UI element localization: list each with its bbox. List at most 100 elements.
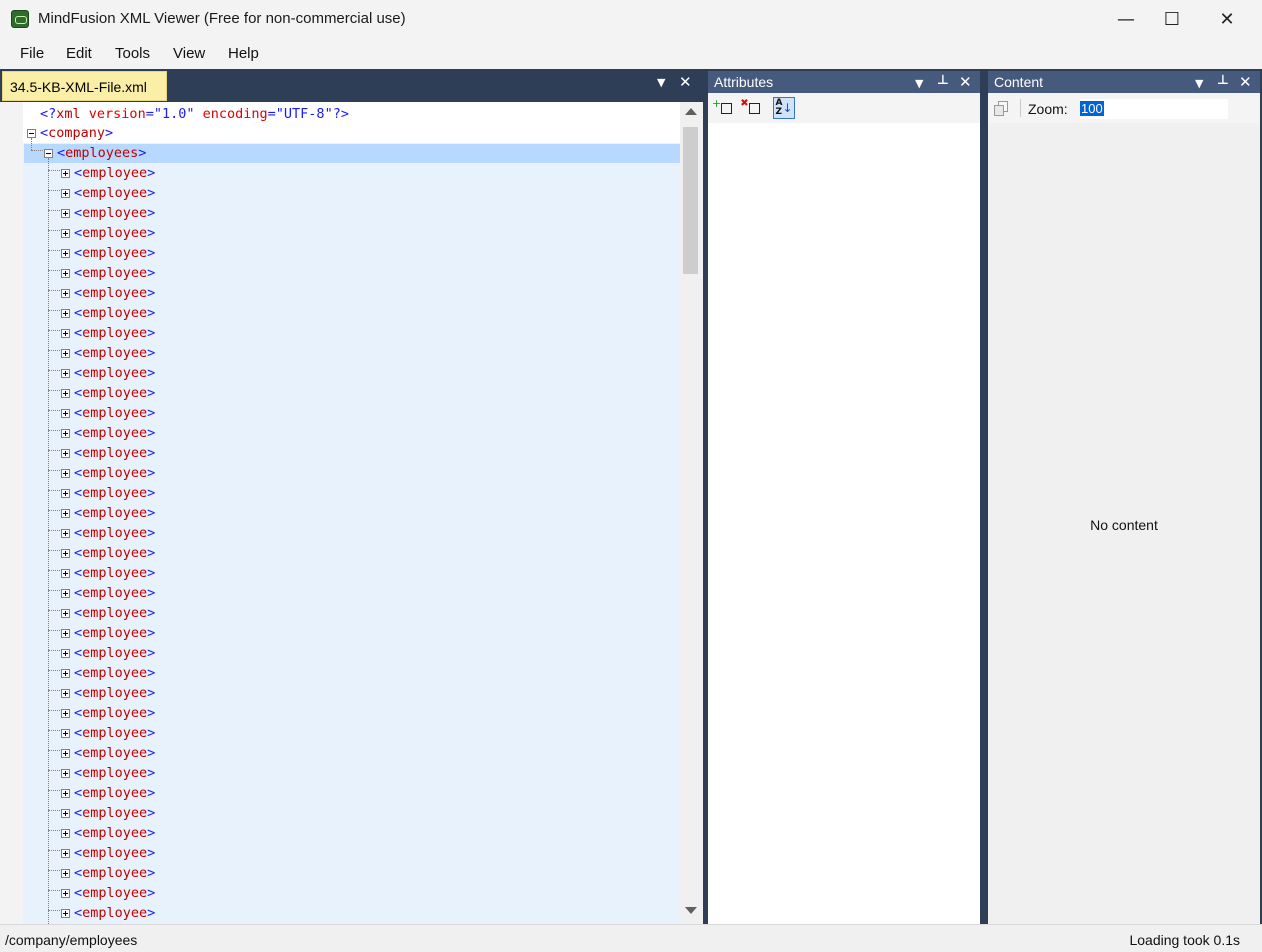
- sort-alphabetical-icon[interactable]: A Z ↓: [773, 97, 795, 119]
- expand-employee-icon[interactable]: [61, 609, 70, 618]
- expand-employee-icon[interactable]: [61, 689, 70, 698]
- attributes-dropdown-icon[interactable]: ▼: [915, 77, 923, 90]
- tree-node-employee[interactable]: <employee>: [74, 683, 155, 703]
- expand-employee-icon[interactable]: [61, 709, 70, 718]
- xml-tree-view[interactable]: <?xml version="1.0" encoding="UTF-8"?> <…: [0, 102, 703, 924]
- content-close-icon[interactable]: ✕: [1239, 73, 1252, 91]
- tree-node-employee[interactable]: <employee>: [74, 303, 155, 323]
- attributes-close-icon[interactable]: ✕: [959, 73, 972, 91]
- minimize-button[interactable]: —: [1103, 0, 1149, 39]
- expand-employee-icon[interactable]: [61, 389, 70, 398]
- copy-icon[interactable]: [994, 101, 1008, 116]
- expand-employee-icon[interactable]: [61, 769, 70, 778]
- tree-node-employee[interactable]: <employee>: [74, 203, 155, 223]
- content-pin-icon[interactable]: ⊥: [1217, 73, 1229, 88]
- tree-node-employee[interactable]: <employee>: [74, 363, 155, 383]
- collapse-employees-icon[interactable]: [44, 149, 53, 158]
- tree-node-employee[interactable]: <employee>: [74, 903, 155, 923]
- document-tab[interactable]: 34.5-KB-XML-File.xml: [2, 71, 167, 101]
- tree-node-employee[interactable]: <employee>: [74, 743, 155, 763]
- expand-employee-icon[interactable]: [61, 829, 70, 838]
- tree-node-employee[interactable]: <employee>: [74, 763, 155, 783]
- expand-employee-icon[interactable]: [61, 169, 70, 178]
- tree-node-employee[interactable]: <employee>: [74, 823, 155, 843]
- tree-node-employee[interactable]: <employee>: [74, 643, 155, 663]
- expand-employee-icon[interactable]: [61, 249, 70, 258]
- tree-node-employee[interactable]: <employee>: [74, 243, 155, 263]
- expand-employee-icon[interactable]: [61, 669, 70, 678]
- tree-node-company[interactable]: <company>: [40, 123, 113, 143]
- tree-node-employee[interactable]: <employee>: [74, 563, 155, 583]
- tree-node-employee[interactable]: <employee>: [74, 523, 155, 543]
- tree-node-employee[interactable]: <employee>: [74, 403, 155, 423]
- expand-employee-icon[interactable]: [61, 549, 70, 558]
- expand-employee-icon[interactable]: [61, 289, 70, 298]
- tree-node-employee[interactable]: <employee>: [74, 263, 155, 283]
- tree-node-employee[interactable]: <employee>: [74, 503, 155, 523]
- expand-employee-icon[interactable]: [61, 869, 70, 878]
- expand-employee-icon[interactable]: [61, 909, 70, 918]
- scroll-down-icon[interactable]: [685, 907, 697, 914]
- tree-node-employee[interactable]: <employee>: [74, 423, 155, 443]
- menu-file[interactable]: File: [20, 45, 44, 62]
- tree-node-employee[interactable]: <employee>: [74, 383, 155, 403]
- tree-node-employee[interactable]: <employee>: [74, 803, 155, 823]
- expand-employee-icon[interactable]: [61, 469, 70, 478]
- close-window-button[interactable]: ✕: [1204, 0, 1250, 39]
- expand-employee-icon[interactable]: [61, 849, 70, 858]
- expand-employee-icon[interactable]: [61, 509, 70, 518]
- expand-employee-icon[interactable]: [61, 529, 70, 538]
- content-dropdown-icon[interactable]: ▼: [1195, 77, 1203, 90]
- expand-employee-icon[interactable]: [61, 189, 70, 198]
- tree-node-employee[interactable]: <employee>: [74, 463, 155, 483]
- attributes-pin-icon[interactable]: ⊥: [937, 73, 949, 88]
- zoom-combobox[interactable]: 100: [1080, 99, 1228, 119]
- expand-employee-icon[interactable]: [61, 449, 70, 458]
- menu-help[interactable]: Help: [228, 45, 259, 62]
- editor-vertical-scrollbar[interactable]: [680, 102, 703, 924]
- expand-employee-icon[interactable]: [61, 329, 70, 338]
- expand-employee-icon[interactable]: [61, 749, 70, 758]
- expand-employee-icon[interactable]: [61, 789, 70, 798]
- maximize-button[interactable]: ☐: [1149, 0, 1195, 39]
- expand-employee-icon[interactable]: [61, 889, 70, 898]
- expand-employee-icon[interactable]: [61, 729, 70, 738]
- expand-employee-icon[interactable]: [61, 309, 70, 318]
- tree-node-employee[interactable]: <employee>: [74, 443, 155, 463]
- expand-employee-icon[interactable]: [61, 589, 70, 598]
- tree-node-employee[interactable]: <employee>: [74, 703, 155, 723]
- tree-node-employee[interactable]: <employee>: [74, 323, 155, 343]
- menu-view[interactable]: View: [173, 45, 205, 62]
- document-dropdown-icon[interactable]: ▼: [657, 76, 665, 89]
- tree-node-employee[interactable]: <employee>: [74, 343, 155, 363]
- add-attribute-icon[interactable]: +: [711, 97, 733, 119]
- tree-node-employee[interactable]: <employee>: [74, 283, 155, 303]
- tree-node-employee[interactable]: <employee>: [74, 583, 155, 603]
- scroll-up-icon[interactable]: [685, 108, 697, 115]
- tree-node-employee[interactable]: <employee>: [74, 603, 155, 623]
- tree-node-employee[interactable]: <employee>: [74, 783, 155, 803]
- xml-declaration[interactable]: <?xml version="1.0" encoding="UTF-8"?>: [40, 104, 349, 124]
- delete-attribute-icon[interactable]: ✖: [739, 97, 761, 119]
- expand-employee-icon[interactable]: [61, 369, 70, 378]
- expand-employee-icon[interactable]: [61, 409, 70, 418]
- tree-node-employee[interactable]: <employee>: [74, 623, 155, 643]
- tree-node-employee[interactable]: <employee>: [74, 183, 155, 203]
- tree-node-employee[interactable]: <employee>: [74, 843, 155, 863]
- expand-employee-icon[interactable]: [61, 629, 70, 638]
- menu-tools[interactable]: Tools: [115, 45, 150, 62]
- expand-employee-icon[interactable]: [61, 429, 70, 438]
- document-close-icon[interactable]: ✕: [679, 73, 692, 91]
- tree-node-employee[interactable]: <employee>: [74, 883, 155, 903]
- expand-employee-icon[interactable]: [61, 209, 70, 218]
- tree-node-employee[interactable]: <employee>: [74, 223, 155, 243]
- expand-employee-icon[interactable]: [61, 489, 70, 498]
- expand-employee-icon[interactable]: [61, 569, 70, 578]
- expand-employee-icon[interactable]: [61, 349, 70, 358]
- expand-employee-icon[interactable]: [61, 649, 70, 658]
- expand-employee-icon[interactable]: [61, 809, 70, 818]
- collapse-company-icon[interactable]: [27, 129, 36, 138]
- tree-node-employees[interactable]: <employees>: [57, 143, 146, 163]
- tree-node-employee[interactable]: <employee>: [74, 163, 155, 183]
- tree-node-employee[interactable]: <employee>: [74, 483, 155, 503]
